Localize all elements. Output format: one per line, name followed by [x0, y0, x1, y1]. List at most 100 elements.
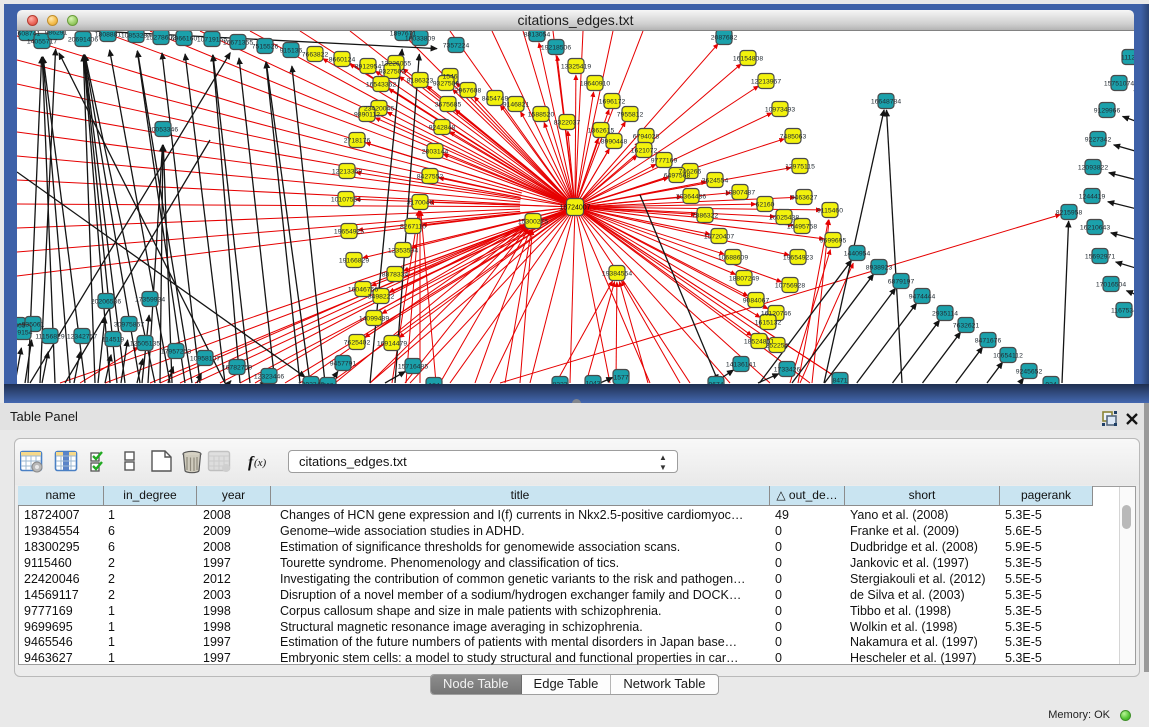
svg-text:2935114: 2935114 [932, 310, 958, 317]
svg-text:10973493: 10973493 [765, 106, 795, 113]
svg-text:9463627: 9463627 [791, 194, 818, 201]
svg-text:12353594: 12353594 [388, 247, 418, 254]
svg-text:20053346: 20053346 [148, 126, 178, 133]
svg-text:1043: 1043 [585, 380, 600, 384]
svg-text:1440954: 1440954 [844, 250, 871, 257]
svg-text:1362615: 1362615 [588, 127, 615, 134]
svg-text:124: 124 [428, 382, 440, 384]
svg-text:1615132: 1615132 [755, 319, 782, 326]
svg-text:16914479: 16914479 [377, 340, 407, 347]
svg-text:8223: 8223 [552, 381, 567, 384]
svg-text:13226055: 13226055 [381, 60, 411, 67]
svg-text:9674: 9674 [708, 381, 723, 384]
svg-text:9474444: 9474444 [909, 293, 936, 300]
svg-text:8878334: 8878334 [382, 271, 409, 278]
svg-text:7625402: 7625402 [344, 339, 371, 346]
svg-text:8186323: 8186323 [407, 77, 434, 84]
svg-text:3675685: 3675685 [435, 101, 462, 108]
svg-text:8471676: 8471676 [975, 337, 1002, 344]
svg-text:11156829: 11156829 [35, 333, 64, 340]
svg-text:1244419: 1244419 [1079, 193, 1106, 200]
svg-text:8813054: 8813054 [524, 31, 551, 38]
svg-text:7632621: 7632621 [953, 322, 980, 329]
svg-text:15716485: 15716485 [398, 363, 428, 370]
svg-text:19166829: 19166829 [339, 257, 369, 264]
svg-text:8660124: 8660124 [329, 56, 356, 63]
svg-text:7955812: 7955812 [617, 111, 644, 118]
svg-text:9777169: 9777169 [651, 157, 678, 164]
svg-text:20364486: 20364486 [676, 193, 706, 200]
svg-text:10958107: 10958107 [190, 355, 220, 362]
svg-text:14055717: 14055717 [27, 38, 57, 45]
svg-text:1733426: 1733426 [774, 366, 801, 373]
svg-text:9242848: 9242848 [429, 124, 456, 131]
svg-text:17957253: 17957253 [161, 348, 191, 355]
svg-text:16120746: 16120746 [761, 310, 791, 317]
svg-text:14136141: 14136141 [726, 361, 756, 368]
svg-text:16210643: 16210643 [1080, 224, 1110, 231]
svg-text:2967608: 2967608 [455, 87, 482, 94]
svg-text:1696172: 1696172 [599, 98, 626, 105]
svg-text:20691406: 20691406 [68, 36, 98, 43]
svg-text:3170046: 3170046 [407, 199, 434, 206]
svg-text:924: 924 [1045, 381, 1057, 384]
svg-text:20206536: 20206536 [91, 298, 121, 305]
svg-text:2803144: 2803144 [422, 148, 449, 155]
svg-text:8938923: 8938923 [866, 264, 893, 271]
svg-text:19654925: 19654925 [334, 228, 364, 235]
svg-text:18724007: 18724007 [559, 205, 590, 212]
svg-text:39154: 39154 [17, 329, 33, 336]
svg-text:8471: 8471 [832, 377, 847, 384]
svg-text:62160: 62160 [756, 201, 775, 208]
svg-text:12323446: 12323446 [254, 373, 284, 380]
svg-text:7663822: 7663822 [302, 51, 329, 58]
svg-text:8215958: 8215958 [1056, 209, 1083, 216]
svg-text:15692971: 15692971 [1085, 253, 1115, 260]
svg-text:986291: 986291 [45, 31, 68, 36]
svg-text:12213967: 12213967 [751, 78, 781, 85]
svg-text:8427552: 8427552 [417, 173, 444, 180]
svg-text:10807487: 10807487 [725, 189, 755, 196]
svg-text:1167534: 1167534 [1111, 307, 1134, 314]
svg-text:9084067: 9084067 [743, 297, 770, 304]
svg-text:8912954: 8912954 [355, 63, 382, 70]
svg-text:30975867: 30975867 [114, 321, 144, 328]
svg-text:9227342: 9227342 [1085, 136, 1112, 143]
svg-text:12342757: 12342757 [67, 333, 97, 340]
svg-text:1621072: 1621072 [631, 147, 658, 154]
svg-text:9146821: 9146821 [503, 101, 530, 108]
svg-text:3498222: 3498222 [368, 293, 395, 300]
svg-text:1808881: 1808881 [95, 31, 122, 38]
svg-text:16782759: 16782759 [222, 364, 252, 371]
svg-text:1292346: 1292346 [298, 381, 325, 384]
svg-text:935061: 935061 [22, 321, 45, 328]
svg-text:114519: 114519 [102, 336, 124, 343]
svg-text:15751074: 15751074 [1104, 80, 1134, 87]
svg-text:12093822: 12093822 [1078, 164, 1108, 171]
svg-text:15300275: 15300275 [518, 218, 548, 225]
svg-text:969: 969 [322, 382, 334, 384]
svg-text:7886322: 7886322 [692, 212, 719, 219]
svg-text:16648784: 16648784 [871, 98, 901, 105]
svg-text:3624554: 3624554 [702, 177, 729, 184]
svg-text:1608741: 1608741 [17, 31, 40, 37]
svg-text:13325419: 13325419 [561, 63, 591, 70]
svg-text:1588520: 1588520 [528, 111, 555, 118]
svg-text:7515526: 7515526 [252, 43, 279, 50]
svg-text:12505135: 12505135 [130, 340, 160, 347]
svg-text:18807249: 18807249 [729, 275, 759, 282]
svg-text:8990448: 8990448 [601, 138, 628, 145]
svg-text:(x): (x) [254, 457, 267, 469]
svg-text:6879197: 6879197 [888, 278, 915, 285]
svg-text:9327508: 9327508 [433, 80, 460, 87]
svg-text:17359934: 17359934 [135, 296, 165, 303]
svg-text:18640910: 18640910 [580, 80, 610, 87]
svg-text:11124: 11124 [1121, 54, 1134, 61]
svg-text:252254: 252254 [766, 342, 789, 349]
svg-text:9129966: 9129966 [1094, 107, 1121, 114]
svg-text:10756928: 10756928 [775, 282, 805, 289]
svg-text:16033809: 16033809 [405, 35, 435, 42]
svg-text:19384554: 19384554 [602, 270, 632, 277]
svg-text:10025438: 10025438 [769, 214, 799, 221]
svg-text:6497568: 6497568 [664, 172, 691, 179]
